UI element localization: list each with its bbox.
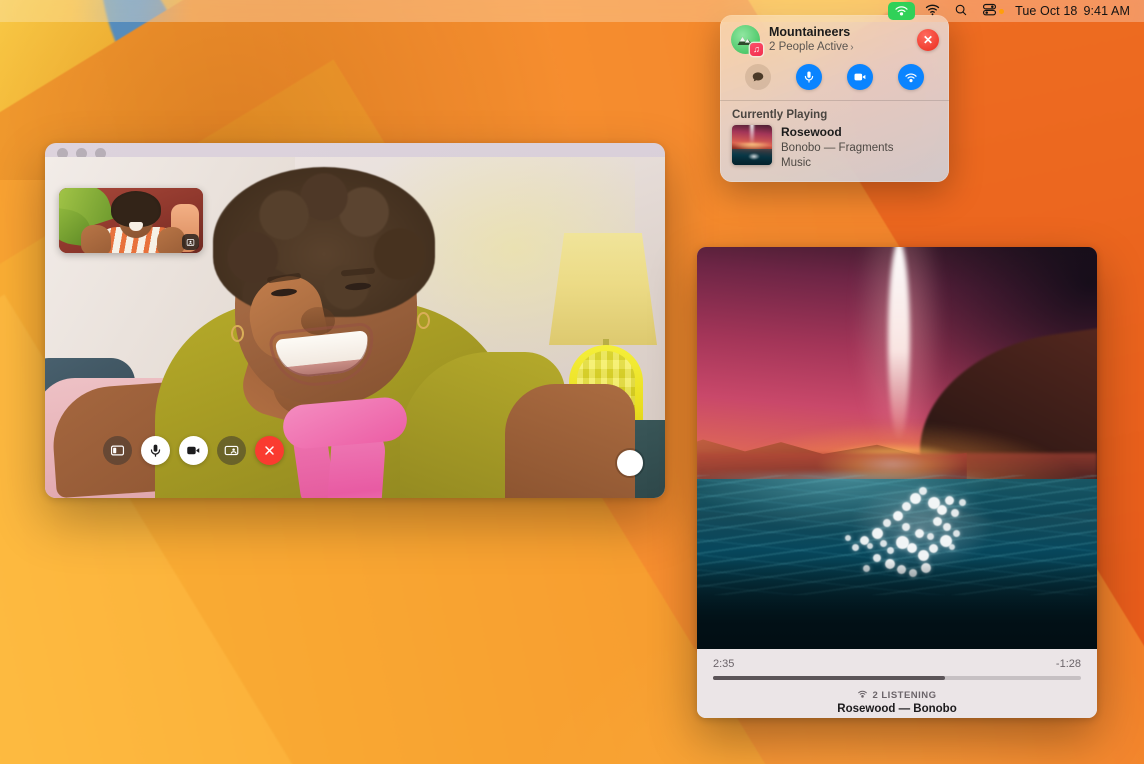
music-time-row: 2:35 -1:28: [697, 649, 1097, 670]
currently-playing-meta: Rosewood Bonobo — Fragments Music: [781, 125, 894, 171]
shareplay-toolbar: [720, 55, 949, 100]
lamp-shade: [549, 233, 657, 345]
mountain-avatar-icon: ♫: [731, 25, 760, 54]
close-x-icon: [262, 443, 277, 458]
control-center-icon: [982, 2, 997, 20]
music-note-badge-icon: ♫: [750, 43, 763, 56]
artwork-bubble: [915, 529, 924, 538]
artwork-bubble: [919, 487, 927, 495]
artwork-bubble: [953, 530, 960, 537]
menubar-shareplay-status[interactable]: [888, 2, 915, 20]
currently-playing-item[interactable]: Rosewood Bonobo — Fragments Music: [720, 125, 949, 181]
microphone-button[interactable]: [141, 436, 170, 465]
artwork-deep-water: [697, 559, 1097, 649]
music-player-window[interactable]: 2:35 -1:28 2 LISTENING Rosewood — Bonobo: [697, 247, 1097, 718]
artwork-bubble: [907, 543, 917, 553]
artwork-light-beam: [888, 247, 910, 441]
artwork-bubble: [867, 543, 873, 549]
music-transport-bar: 2:35 -1:28 2 LISTENING Rosewood — Bonobo: [697, 649, 1097, 718]
elapsed-time: 2:35: [713, 658, 734, 670]
album-artwork-thumbnail: [732, 125, 772, 165]
music-now-playing-title: Rosewood — Bonobo: [697, 703, 1097, 715]
track-title: Rosewood: [781, 125, 894, 141]
artwork-bubble: [887, 547, 894, 554]
share-screen-button[interactable]: [217, 436, 246, 465]
artwork-bubble: [893, 511, 903, 521]
remaining-time: -1:28: [1056, 658, 1081, 670]
shareplay-icon: [894, 2, 909, 20]
currently-playing-label: Currently Playing: [720, 100, 949, 125]
person-video-icon[interactable]: [182, 234, 199, 250]
shareplay-participants[interactable]: 2 People Active ›: [769, 41, 854, 55]
artwork-bubble: [933, 517, 942, 526]
shareplay-icon: [904, 70, 918, 84]
menu-bar: Tue Oct 18 9:41 AM: [0, 0, 1144, 22]
facetime-call-controls: [103, 436, 284, 465]
artwork-bubble: [910, 493, 921, 504]
album-artwork-large: [697, 247, 1097, 649]
wifi-icon: [925, 2, 940, 20]
search-icon: [954, 3, 968, 20]
artwork-bubble: [902, 502, 911, 511]
microphone-button[interactable]: [796, 64, 822, 90]
video-button[interactable]: [847, 64, 873, 90]
facetime-video-feed: [45, 157, 665, 498]
facetime-window[interactable]: [45, 143, 665, 498]
menubar-clock[interactable]: 9:41 AM: [1079, 0, 1132, 22]
person-right-arm: [505, 384, 635, 498]
sidebar-icon: [110, 443, 125, 458]
person-hair: [213, 167, 435, 317]
source-app-name: Music: [781, 156, 894, 171]
video-camera-icon: [853, 70, 867, 84]
music-progress-scrubber[interactable]: [713, 676, 1081, 680]
artwork-bubble: [902, 523, 910, 531]
control-center-active-dot: [999, 9, 1004, 14]
sidebar-button[interactable]: [103, 436, 132, 465]
person-earring-right: [417, 312, 430, 329]
chevron-right-icon: ›: [850, 42, 853, 54]
end-call-button[interactable]: [255, 436, 284, 465]
artwork-bubble: [927, 533, 934, 540]
artwork-bubble: [937, 505, 947, 515]
shareplay-group-name: Mountaineers: [769, 25, 854, 40]
facetime-self-view-pip[interactable]: [59, 188, 203, 253]
messages-button[interactable]: [745, 64, 771, 90]
artwork-bubble: [951, 509, 959, 517]
artwork-bubble: [845, 535, 851, 541]
share-screen-icon: [224, 443, 239, 458]
shareplay-button[interactable]: [898, 64, 924, 90]
video-button[interactable]: [179, 436, 208, 465]
listening-count-label: 2 LISTENING: [872, 690, 936, 701]
artwork-bubble: [959, 499, 966, 506]
microphone-icon: [148, 443, 163, 458]
artwork-bubble: [880, 540, 887, 547]
artwork-bubble: [852, 544, 859, 551]
close-shareplay-button[interactable]: ✕: [917, 29, 939, 51]
music-progress-fill: [713, 676, 945, 680]
music-scrubber-wrap: [697, 670, 1097, 680]
participants-label: 2 People Active: [769, 41, 848, 55]
artwork-bubble: [949, 544, 955, 550]
artwork-bubble: [943, 523, 951, 531]
track-artist-album: Bonobo — Fragments: [781, 141, 894, 156]
pip-person-hand-left: [81, 225, 111, 253]
video-camera-icon: [186, 443, 201, 458]
artwork-bubble: [872, 528, 883, 539]
microphone-icon: [802, 70, 816, 84]
shareplay-panel[interactable]: ♫ Mountaineers 2 People Active › ✕: [720, 15, 949, 182]
artwork-bubble: [945, 496, 954, 505]
message-bubble-icon: [751, 70, 765, 84]
menubar-spotlight-search[interactable]: [947, 0, 975, 22]
menubar-wifi[interactable]: [918, 0, 947, 22]
shareplay-group-info: Mountaineers 2 People Active ›: [769, 25, 854, 55]
artwork-bubble: [883, 519, 891, 527]
menubar-control-center[interactable]: [975, 0, 1011, 22]
person-earring-left: [231, 325, 244, 342]
artwork-bubble: [929, 544, 938, 553]
shareplay-listeners-icon: [857, 688, 868, 702]
shareplay-listeners-row: 2 LISTENING: [697, 688, 1097, 702]
menubar-date[interactable]: Tue Oct 18: [1011, 0, 1079, 22]
pip-person-hand-right: [157, 227, 185, 253]
record-ring-icon[interactable]: [617, 450, 643, 476]
